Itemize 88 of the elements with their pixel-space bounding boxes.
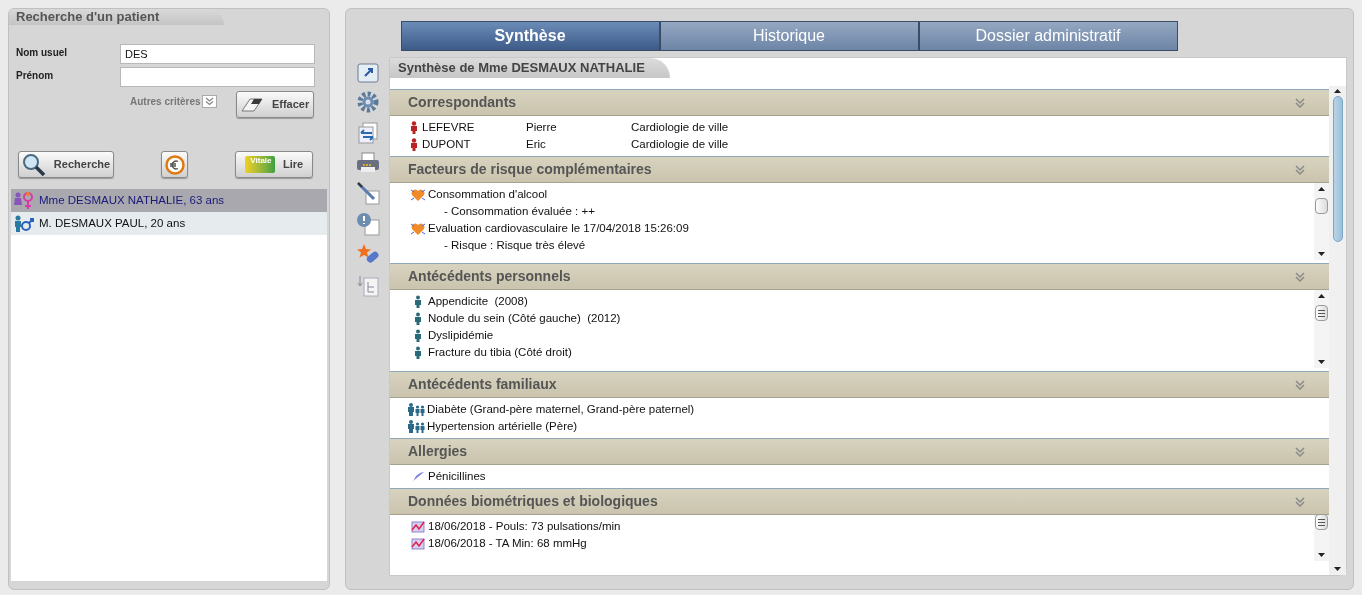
tab[interactable]: Historique bbox=[659, 21, 919, 51]
scrollbar[interactable] bbox=[1314, 290, 1329, 368]
heart-icon bbox=[410, 221, 426, 236]
expand-chevron-icon[interactable] bbox=[201, 95, 217, 108]
contact-first-name: Eric bbox=[526, 137, 547, 152]
contact-specialty: Cardiologie de ville bbox=[631, 137, 729, 152]
payment-button[interactable] bbox=[161, 151, 188, 178]
section-entry: Nodule du sein (Côté gauche) (2012) bbox=[428, 311, 621, 326]
section-title: Facteurs de risque complémentaires bbox=[408, 160, 652, 179]
section-entry: Dyslipidémie bbox=[428, 328, 494, 343]
section-header[interactable]: Facteurs de risque complémentaires bbox=[390, 156, 1329, 183]
contact-last-name: DUPONT bbox=[422, 137, 472, 152]
section-header[interactable]: Antécédents familiaux bbox=[390, 371, 1329, 398]
scroll-down-icon[interactable] bbox=[1334, 567, 1341, 571]
scroll-down-icon[interactable] bbox=[1318, 360, 1325, 364]
patient-row[interactable]: Mme DESMAUX NATHALIE, 63 ans bbox=[11, 189, 327, 212]
person-icon bbox=[414, 329, 422, 342]
alert-document-icon[interactable] bbox=[355, 212, 380, 236]
section-title: Antécédents familiaux bbox=[408, 375, 557, 394]
section-header[interactable]: Antécédents personnels bbox=[390, 263, 1329, 290]
patient-name: Mme DESMAUX NATHALIE, 63 ans bbox=[39, 192, 225, 208]
settings-icon[interactable] bbox=[355, 90, 380, 114]
field-label: Nom usuel bbox=[16, 46, 69, 60]
section-header[interactable]: Données biométriques et biologiques bbox=[390, 488, 1329, 515]
section-title: Données biométriques et biologiques bbox=[408, 492, 658, 511]
female-symbol-icon bbox=[13, 190, 35, 211]
section-title: Correspondants bbox=[408, 93, 517, 112]
section-header[interactable]: Correspondants bbox=[390, 89, 1329, 116]
family-icon bbox=[407, 420, 425, 433]
scrollbar[interactable] bbox=[1314, 183, 1329, 260]
read-card-button[interactable]: Vitale Lire bbox=[235, 151, 313, 178]
field-label: Prénom bbox=[16, 69, 55, 83]
scroll-up-icon[interactable] bbox=[1334, 89, 1341, 93]
person-icon bbox=[414, 346, 422, 359]
chart-icon bbox=[411, 537, 425, 550]
search-icon bbox=[21, 152, 46, 177]
section-entry: 18/06/2018 - Pouls: 73 pulsations/min bbox=[428, 519, 621, 534]
section-entry: Pénicillines bbox=[428, 469, 486, 484]
contact-specialty: Cardiologie de ville bbox=[631, 120, 729, 135]
contact-first-name: Pierre bbox=[526, 120, 558, 135]
section-entry: 18/06/2018 - TA Min: 68 mmHg bbox=[428, 536, 587, 551]
section-entry: Diabète (Grand-père maternel, Grand-père paternel) bbox=[427, 402, 695, 417]
section-entry: Evaluation cardiovasculaire le 17/04/2018 15:26:09 bbox=[428, 221, 689, 236]
section-entry: Appendicite (2008) bbox=[428, 294, 528, 309]
scroll-down-icon[interactable] bbox=[1318, 252, 1325, 256]
printer-icon[interactable] bbox=[355, 152, 380, 174]
scroll-thumb[interactable] bbox=[1315, 305, 1328, 321]
feather-icon bbox=[411, 470, 425, 483]
male-symbol-icon bbox=[13, 213, 35, 234]
section-header[interactable]: Allergies bbox=[390, 438, 1329, 465]
scrollbar[interactable] bbox=[1314, 515, 1329, 561]
patient-row[interactable]: M. DESMAUX PAUL, 20 ans bbox=[11, 212, 327, 235]
scroll-thumb[interactable] bbox=[1332, 96, 1343, 242]
search-button[interactable]: Recherche bbox=[18, 151, 114, 178]
patient-name: M. DESMAUX PAUL, 20 ans bbox=[39, 215, 186, 231]
euro-coin-icon bbox=[164, 154, 185, 175]
contact-last-name: LEFEVRE bbox=[422, 120, 476, 135]
person-icon bbox=[414, 312, 422, 325]
section-title: Allergies bbox=[408, 442, 468, 461]
swap-arrows-icon[interactable] bbox=[356, 121, 379, 145]
section-title: Antécédents personnels bbox=[408, 267, 571, 286]
scrollbar[interactable] bbox=[1329, 86, 1346, 575]
clear-button[interactable]: Effacer bbox=[235, 91, 314, 118]
person-icon bbox=[410, 138, 418, 151]
expand-icon[interactable] bbox=[356, 63, 379, 83]
syringe-icon[interactable] bbox=[355, 181, 380, 205]
person-icon bbox=[410, 121, 418, 134]
tab[interactable]: Dossier administratif bbox=[918, 21, 1178, 51]
scroll-up-icon[interactable] bbox=[1318, 294, 1325, 298]
heart-icon bbox=[410, 187, 426, 202]
eraser-icon bbox=[239, 96, 264, 113]
family-icon bbox=[407, 403, 425, 416]
chart-icon bbox=[411, 520, 425, 533]
section-entry: Fracture du tibia (Côté droit) bbox=[428, 345, 572, 360]
scroll-up-icon[interactable] bbox=[1318, 187, 1325, 191]
person-icon bbox=[414, 295, 422, 308]
entry-detail: - Consommation évaluée : ++ bbox=[443, 204, 595, 219]
section-entry: Consommation d'alcool bbox=[428, 187, 548, 202]
more-criteria-label: Autres critères bbox=[130, 95, 201, 109]
vitale-card-icon: Vitale bbox=[244, 156, 275, 173]
entry-detail: - Risque : Risque très élevé bbox=[443, 238, 586, 253]
tab[interactable]: Synthèse bbox=[400, 21, 660, 51]
section-entry: Hypertension artérielle (Père) bbox=[427, 419, 578, 434]
text-field[interactable] bbox=[120, 67, 315, 87]
text-field[interactable]: DES bbox=[120, 44, 315, 64]
scroll-thumb[interactable] bbox=[1315, 514, 1328, 530]
scroll-down-icon[interactable] bbox=[1318, 553, 1325, 557]
scroll-thumb[interactable] bbox=[1315, 197, 1328, 214]
